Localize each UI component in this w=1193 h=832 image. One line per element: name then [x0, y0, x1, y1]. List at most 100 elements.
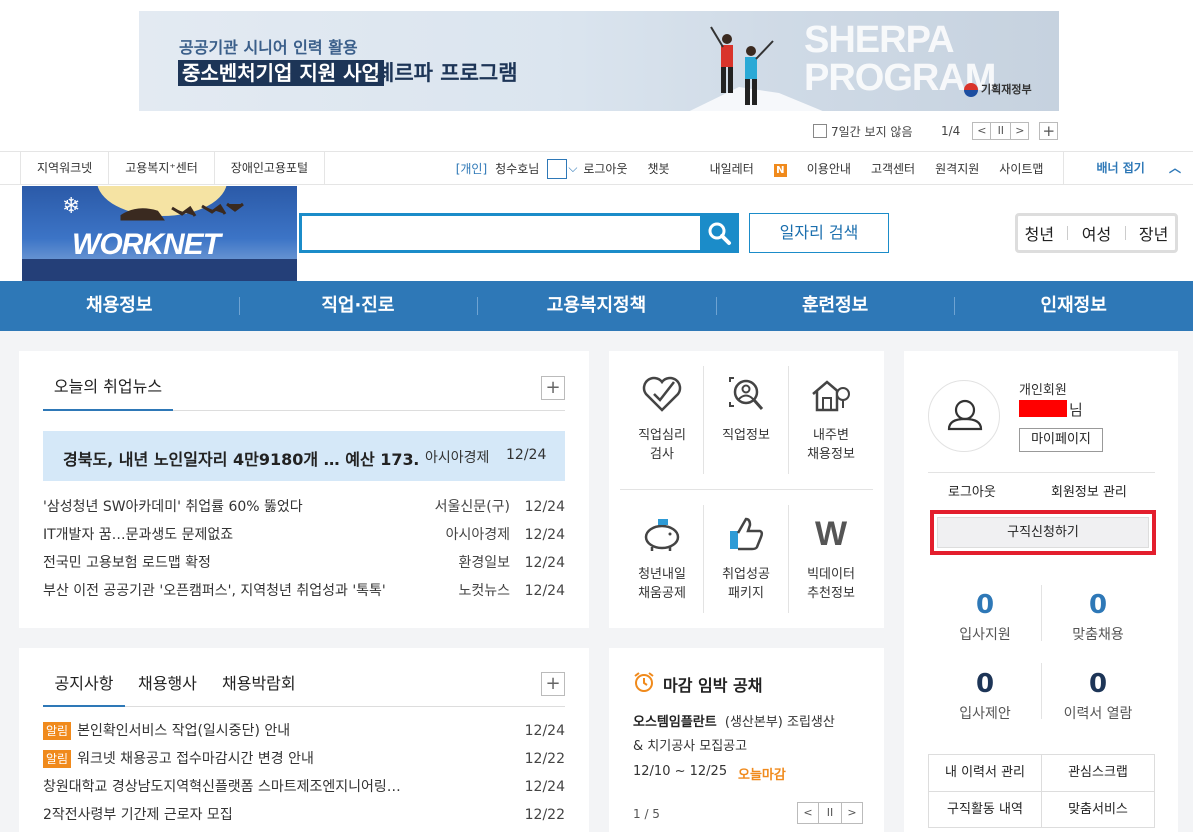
search-input[interactable]: [299, 213, 701, 253]
notice-item[interactable]: 알림 본인확인서비스 작업(일시중단) 안내 12/24: [43, 721, 565, 741]
guide-link[interactable]: 이용안내: [807, 160, 851, 177]
news-source: 아시아경제: [445, 527, 510, 543]
link-scrap[interactable]: 관심스크랩: [1041, 755, 1154, 791]
member-logout-link[interactable]: 로그아웃: [948, 481, 996, 500]
mypage-button[interactable]: 마이페이지: [1019, 428, 1103, 452]
job-search-button[interactable]: 일자리 검색: [749, 213, 889, 253]
link-custom-service[interactable]: 맞춤서비스: [1041, 792, 1154, 827]
member-edit-link[interactable]: 회원정보 관리: [1051, 481, 1127, 500]
divider: [1124, 226, 1126, 240]
service-label: 패키지: [728, 586, 764, 601]
link-job-activity[interactable]: 구직활동 내역: [929, 792, 1041, 827]
stat-applications[interactable]: 0 입사지원: [929, 590, 1041, 644]
target-women[interactable]: 여성: [1082, 221, 1111, 245]
deadline-pause-button[interactable]: II: [819, 802, 841, 824]
letter-link[interactable]: 내일레터 N: [690, 160, 787, 177]
notice-item[interactable]: 2작전사령부 기간제 근로자 모집 12/22: [43, 805, 565, 825]
stat-resume-views[interactable]: 0 이력서 열람: [1042, 669, 1154, 723]
service-label: 내주변: [813, 428, 849, 443]
tab-recruit-events[interactable]: 채용행사: [138, 673, 197, 695]
user-dropdown-button[interactable]: ⌵: [547, 158, 577, 179]
taegeuk-icon: [964, 83, 978, 97]
news-title: 전국민 고용보험 로드맵 확정: [43, 555, 211, 571]
service-nearby-jobs[interactable]: 내주변채용정보: [789, 374, 873, 464]
company-name: 오스템임플란트: [633, 715, 717, 730]
news-item[interactable]: 부산 이전 공공기관 '오픈캠퍼스', 지역청년 취업성과 '톡톡' 노컷뉴스 12…: [43, 581, 565, 601]
nav-training[interactable]: 훈련정보: [715, 281, 955, 331]
user-menu: [개인] 청수호님 ⌵ 로그아웃 챗봇 내일레터 N 이용안내 고객센터 원격지원…: [436, 152, 1193, 185]
news-item[interactable]: IT개발자 꿈…문과생도 문제없죠 아시아경제 12/24: [43, 525, 565, 545]
notice-item[interactable]: 알림 워크넷 채용공고 접수마감시간 변경 안내 12/22: [43, 749, 565, 769]
divider: [173, 410, 565, 411]
stat-job-offers[interactable]: 0 입사제안: [929, 669, 1041, 723]
search-button[interactable]: [700, 213, 739, 253]
stat-value: 0: [975, 669, 995, 699]
chatbot-link[interactable]: 챗봇: [648, 160, 670, 177]
deadline-page: 1 / 5: [633, 807, 660, 821]
link-my-resume[interactable]: 내 이력서 관리: [929, 755, 1041, 791]
banner-pause-button[interactable]: II: [991, 122, 1011, 140]
service-label: 직업심리: [638, 428, 686, 443]
banner-hide-option[interactable]: 7일간 보지 않음: [813, 121, 913, 141]
service-job-psych-test[interactable]: 직업심리 검사: [620, 374, 704, 464]
service-label: 채움공제: [638, 586, 686, 601]
service-youth-fund[interactable]: 청년내일 채움공제: [620, 513, 704, 603]
link-regional-worknet[interactable]: 지역워크넷: [20, 152, 108, 185]
link-disability-portal[interactable]: 장애인고용포털: [213, 152, 326, 185]
featured-news[interactable]: 경북도, 내년 노인일자리 4만9180개 … 예산 173… 아시아경제 12…: [43, 431, 565, 481]
tab-job-fair[interactable]: 채용박람회: [222, 673, 296, 695]
banner-add-button[interactable]: +: [1039, 122, 1059, 140]
climbers-image: [710, 26, 774, 105]
news-item[interactable]: 전국민 고용보험 로드맵 확정 환경일보 12/24: [43, 553, 565, 573]
news-source: 서울신문(구): [434, 499, 510, 515]
deadline-job[interactable]: 오스템임플란트 (생산본부) 조립생산 & 치기공사 모집공고: [633, 711, 868, 759]
notice-date: 12/24: [524, 723, 565, 739]
nav-welfare-policy[interactable]: 고용복지정책: [477, 281, 716, 331]
notice-item[interactable]: 창원대학교 경상남도지역혁신플랫폼 스마트제조엔지니어링… 12/24: [43, 777, 565, 797]
news-more-button[interactable]: +: [541, 376, 565, 400]
nav-recruitment[interactable]: 채용정보: [0, 281, 239, 331]
banner-line1: 공공기관 시니어 인력 활용: [179, 38, 358, 57]
tab-notice[interactable]: 공지사항: [43, 673, 125, 707]
divider: [620, 489, 873, 490]
banner-pager: 1/4 < II > +: [941, 121, 1059, 141]
banner-fold-button[interactable]: 배너 접기 ︿: [1063, 152, 1193, 185]
service-job-info[interactable]: 직업정보: [704, 374, 788, 445]
tab-employment-news[interactable]: 오늘의 취업뉴스: [43, 376, 173, 411]
apply-highlight: 구직신청하기: [930, 510, 1156, 555]
job-apply-button[interactable]: 구직신청하기: [937, 517, 1149, 548]
worknet-logo[interactable]: ❄ WORKNET: [22, 186, 297, 281]
chevron-down-icon: ⌵: [568, 160, 578, 175]
service-label: 채용정보: [807, 447, 855, 462]
member-type: 개인회원: [1019, 383, 1067, 398]
chevron-up-icon: ︿: [1168, 161, 1181, 175]
notice-more-button[interactable]: +: [541, 672, 565, 696]
hide-7days-checkbox[interactable]: [813, 124, 827, 138]
promo-banner[interactable]: 공공기관 시니어 인력 활용 중소벤처기업 지원 사업 셰르파 프로그램 SHE…: [139, 11, 1059, 111]
redacted-name: [1019, 400, 1067, 417]
service-bigdata[interactable]: W 빅데이터 추천정보: [789, 513, 873, 603]
nav-talent[interactable]: 인재정보: [954, 281, 1193, 331]
notice-title: 2작전사령부 기간제 근로자 모집: [43, 807, 233, 823]
sitemap-link[interactable]: 사이트맵: [999, 160, 1043, 177]
logout-link[interactable]: 로그아웃: [583, 160, 627, 177]
banner-next-button[interactable]: >: [1010, 122, 1030, 140]
remote-support-link[interactable]: 원격지원: [935, 160, 979, 177]
service-success-package[interactable]: 취업성공 패키지: [704, 513, 788, 603]
job-title-1: 조립생산: [787, 715, 835, 730]
stat-matched-jobs[interactable]: 0 맞춤채용: [1042, 590, 1154, 644]
target-youth[interactable]: 청년: [1025, 221, 1054, 245]
service-label: 직업정보: [722, 428, 770, 443]
deadline-next-button[interactable]: >: [841, 802, 863, 824]
deadline-prev-button[interactable]: <: [797, 802, 819, 824]
customer-center-link[interactable]: 고객센터: [871, 160, 915, 177]
w-logo-icon: W: [815, 515, 848, 553]
stat-label: 입사지원: [959, 627, 1011, 643]
news-item[interactable]: '삼성청년 SW아카데미' 취업률 60% 뚫었다 서울신문(구) 12/24: [43, 497, 565, 517]
nav-career[interactable]: 직업·진로: [238, 281, 478, 331]
stat-label: 입사제안: [959, 706, 1011, 722]
job-title-2: & 치기공사 모집공고: [633, 739, 748, 754]
target-seniors[interactable]: 장년: [1139, 221, 1168, 245]
link-welfare-center[interactable]: 고용복지⁺센터: [108, 152, 214, 185]
banner-prev-button[interactable]: <: [972, 122, 992, 140]
